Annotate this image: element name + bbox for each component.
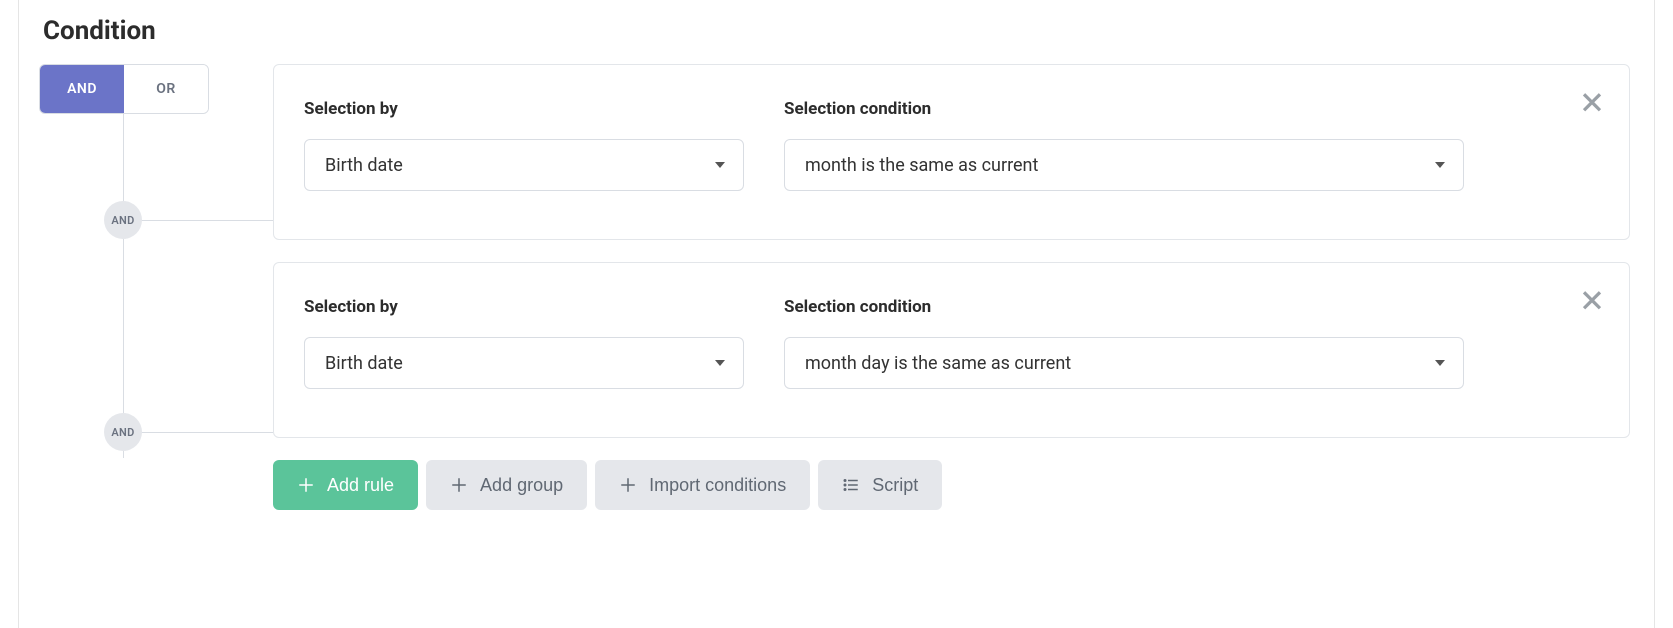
list-icon — [842, 476, 860, 494]
field-label: Selection by — [304, 99, 744, 119]
tree-connector — [123, 432, 273, 433]
select-value: Birth date — [325, 353, 403, 374]
field-label: Selection condition — [784, 297, 1464, 317]
close-icon — [1579, 285, 1605, 311]
chevron-down-icon — [715, 360, 725, 366]
tree-node: AND — [123, 326, 229, 538]
operator-column: AND OR AND AND — [39, 64, 229, 538]
select-value: Birth date — [325, 155, 403, 176]
add-rule-button[interactable]: Add rule — [273, 460, 418, 510]
button-label: Import conditions — [649, 475, 786, 496]
import-conditions-button[interactable]: Import conditions — [595, 460, 810, 510]
actions-row: Add rule Add group Import conditions — [273, 460, 1630, 510]
add-group-button[interactable]: Add group — [426, 460, 587, 510]
selection-by-select[interactable]: Birth date — [304, 139, 744, 191]
selection-by-field: Selection by Birth date — [304, 99, 744, 191]
selection-condition-field: Selection condition month day is the sam… — [784, 297, 1464, 389]
button-label: Script — [872, 475, 918, 496]
remove-rule-button[interactable] — [1579, 87, 1605, 113]
selection-condition-field: Selection condition month is the same as… — [784, 99, 1464, 191]
selection-condition-select[interactable]: month day is the same as current — [784, 337, 1464, 389]
select-value: month day is the same as current — [805, 353, 1071, 374]
field-label: Selection by — [304, 297, 744, 317]
button-label: Add group — [480, 475, 563, 496]
operator-or-button[interactable]: OR — [124, 65, 208, 113]
tree-node: AND — [123, 114, 229, 326]
button-label: Add rule — [327, 475, 394, 496]
rule-tree: AND AND — [123, 114, 229, 538]
operator-toggle: AND OR — [39, 64, 209, 114]
select-value: month is the same as current — [805, 155, 1038, 176]
close-icon — [1579, 87, 1605, 113]
chevron-down-icon — [715, 162, 725, 168]
field-label: Selection condition — [784, 99, 1464, 119]
selection-by-field: Selection by Birth date — [304, 297, 744, 389]
rule-card: Selection by Birth date Selection condit… — [273, 262, 1630, 438]
section-heading: Condition — [39, 0, 1630, 64]
chevron-down-icon — [1435, 360, 1445, 366]
plus-icon — [297, 476, 315, 494]
operator-and-button[interactable]: AND — [40, 65, 124, 113]
remove-rule-button[interactable] — [1579, 285, 1605, 311]
rules-column: Selection by Birth date Selection condit… — [229, 64, 1630, 510]
plus-icon — [450, 476, 468, 494]
chevron-down-icon — [1435, 162, 1445, 168]
rule-card: Selection by Birth date Selection condit… — [273, 64, 1630, 240]
plus-icon — [619, 476, 637, 494]
script-button[interactable]: Script — [818, 460, 942, 510]
tree-connector — [123, 220, 273, 221]
selection-by-select[interactable]: Birth date — [304, 337, 744, 389]
selection-condition-select[interactable]: month is the same as current — [784, 139, 1464, 191]
operator-badge: AND — [104, 413, 142, 451]
operator-badge: AND — [104, 201, 142, 239]
condition-builder: AND OR AND AND — [39, 64, 1630, 538]
